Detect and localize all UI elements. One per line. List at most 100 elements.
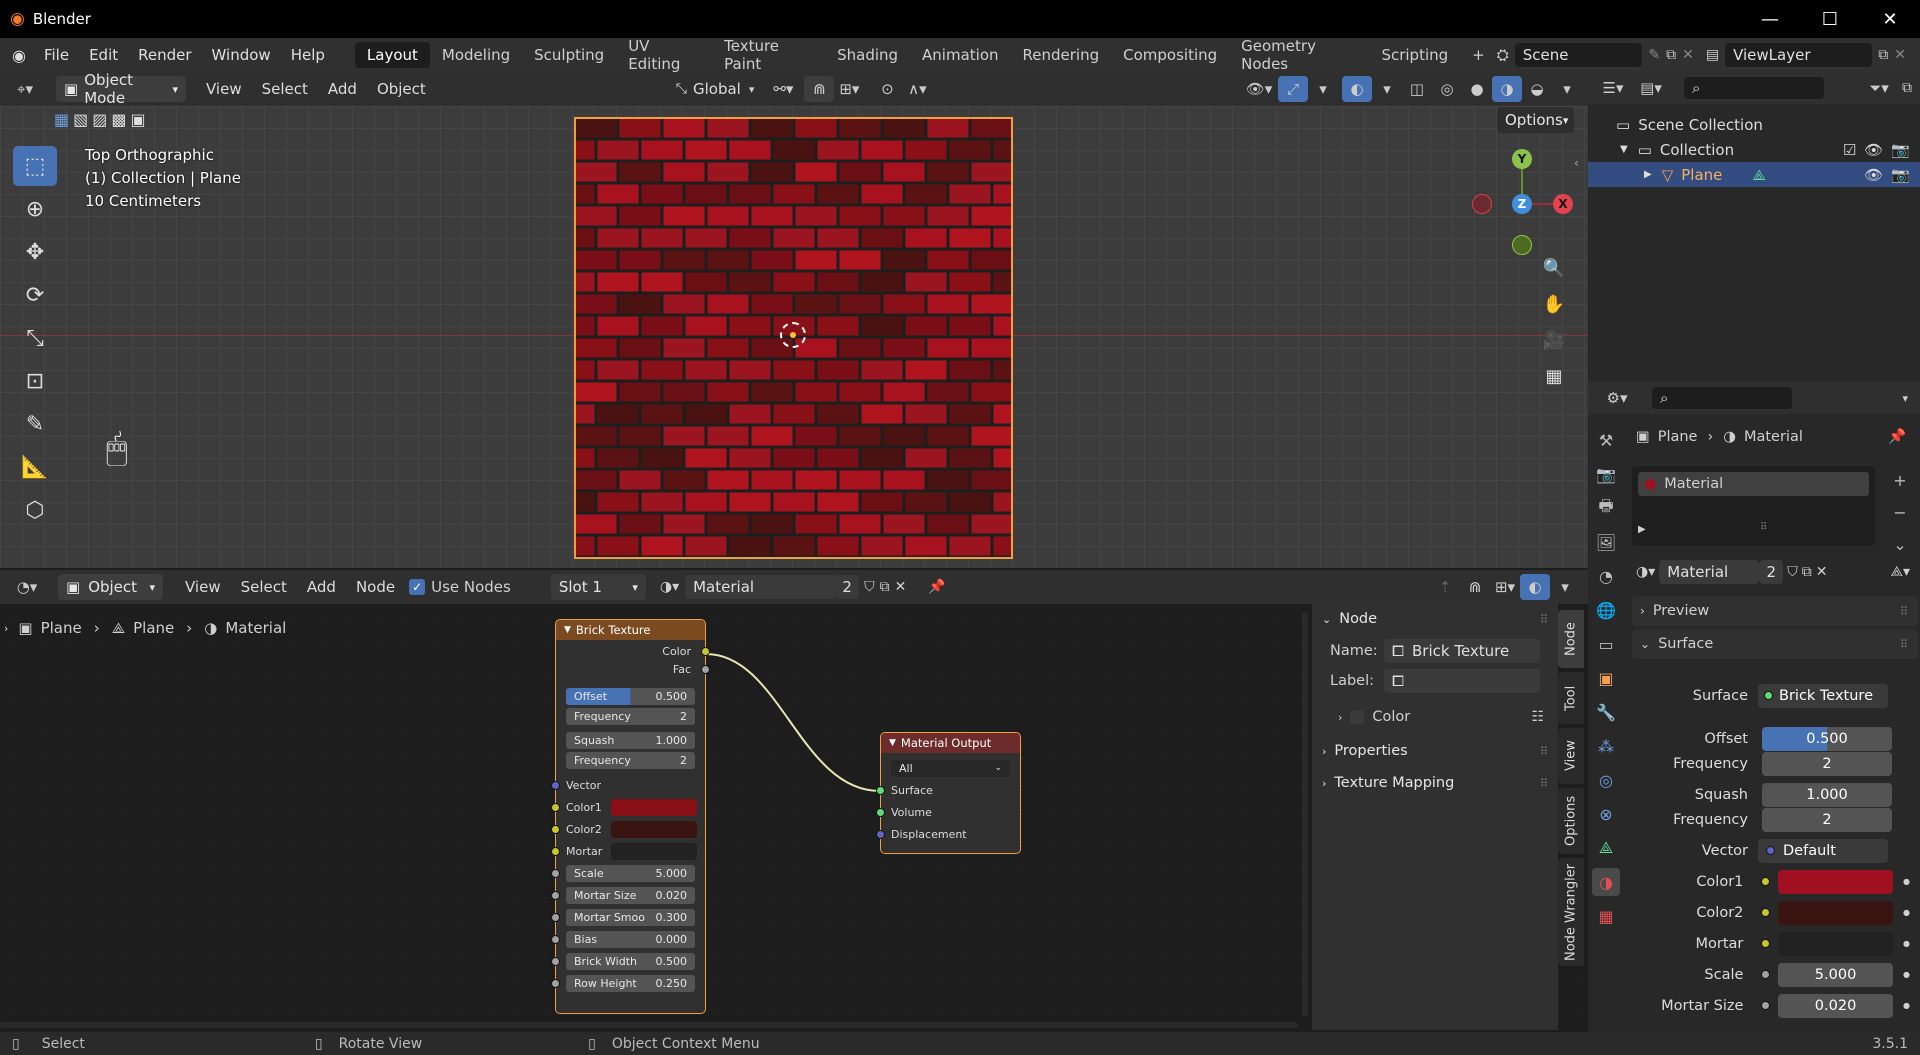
material-output-node[interactable]: ▼ Material Output All ⌄ Surface Volume Dis… [876, 732, 1021, 854]
navigation-gizmo[interactable]: Y Z X [1470, 146, 1580, 256]
sidebar-toggle-icon[interactable]: ‹ [1574, 156, 1579, 170]
slot-menu-icon[interactable]: ⌄ [1886, 530, 1914, 558]
snap-icon[interactable]: ⋒ [804, 76, 835, 102]
outliner-search-input[interactable]: ⌕ [1684, 77, 1824, 99]
plane-eye-icon[interactable]: 👁 [1864, 166, 1883, 184]
eye-icon[interactable]: 👁 [1864, 141, 1883, 159]
tab-sculpting[interactable]: Sculpting [522, 42, 616, 68]
gizmo-neg-x[interactable] [1472, 194, 1492, 214]
parent-node-tree-icon[interactable]: ⇡ [1430, 574, 1460, 600]
filter-icon[interactable]: ⏷▾ [1864, 75, 1894, 101]
view-layer-field[interactable]: ViewLayer [1725, 43, 1873, 67]
tab-animation[interactable]: Animation [910, 42, 1010, 68]
remove-slot-icon[interactable]: − [1886, 498, 1914, 526]
cursor-icon[interactable]: ⊕ [13, 189, 57, 229]
physics-tab-icon[interactable]: ◎ [1592, 766, 1620, 794]
color-checkbox[interactable] [1350, 710, 1365, 724]
scale-icon[interactable]: ⤡ [13, 318, 57, 358]
rendered-shading-icon[interactable]: ◒ [1522, 76, 1552, 102]
material-browse-icon[interactable]: ◑▾ [1636, 564, 1655, 580]
selection-mode-icons[interactable]: ▦ ▧ ▨ ▩ ▣ [54, 110, 182, 134]
transform-icon[interactable]: ⊡ [13, 361, 57, 401]
new-scene-icon[interactable]: ⧉ [1666, 47, 1676, 63]
solid-shading-icon[interactable]: ● [1462, 76, 1492, 102]
select-intersect-icon[interactable]: ▣ [131, 110, 146, 134]
gizmo-toggle-icon[interactable]: ⤢ [1278, 76, 1308, 102]
sidebar-tab-tool[interactable]: Tool [1558, 672, 1584, 724]
collection-tab-icon[interactable]: ▭ [1592, 630, 1620, 658]
duplicate-material-icon[interactable]: ⧉ [1802, 564, 1812, 580]
node-overlay-menu-icon[interactable]: ▾ [1550, 574, 1580, 600]
output-tab-icon[interactable]: 🖶 [1592, 494, 1620, 522]
shader-type-dropdown[interactable]: ▣ Object ▾ [58, 574, 163, 600]
material-users-count[interactable]: 2 [1759, 560, 1784, 584]
options-dropdown[interactable]: Options ▾ [1497, 107, 1574, 133]
tab-layout[interactable]: Layout [354, 42, 430, 68]
scale-field[interactable]: 5.000 [1778, 962, 1894, 987]
node-menu-add[interactable]: Add [297, 578, 346, 596]
sidebar-tab-view[interactable]: View [1558, 728, 1584, 784]
plane-row[interactable]: ▶ ▽ Plane ⟁ 👁 📷 [1588, 162, 1920, 187]
menu-help[interactable]: Help [281, 46, 335, 64]
3d-viewport[interactable]: ▦ ▧ ▨ ▩ ▣ ⬚ ⊕ ✥ ⟳ ⤡ ⊡ ✎ 📐 ⬡ Top Orthographic… [0, 106, 1588, 568]
node-name-field[interactable]: ⧠ Brick Texture [1384, 639, 1540, 663]
link-type-icon[interactable]: ⟁▾ [1890, 564, 1910, 580]
view-layer-tab-icon[interactable]: 🖼 [1592, 528, 1620, 556]
vector-field[interactable]: Default [1758, 838, 1888, 863]
brick-squash-frequency[interactable]: Frequency 2 [556, 750, 705, 770]
input-bias[interactable]: Bias 0.000 [551, 928, 705, 950]
render-tab-icon[interactable]: 📷 [1592, 460, 1620, 488]
preview-panel-header[interactable]: › Preview ⠿ [1632, 596, 1918, 626]
mortar-size-field[interactable]: 0.020 [1778, 993, 1894, 1018]
modifier-tab-icon[interactable]: 🔧 [1592, 698, 1620, 726]
scene-tab-icon[interactable]: ◔ [1592, 562, 1620, 590]
node-color-subpanel[interactable]: › Color ☷ [1312, 702, 1558, 732]
viewport-menu-add[interactable]: Add [318, 80, 367, 98]
tab-rendering[interactable]: Rendering [1011, 42, 1112, 68]
node-panel-header[interactable]: ⌄ Node ⠿ [1312, 606, 1558, 632]
unlink-material-icon[interactable]: ✕ [1816, 564, 1828, 580]
world-tab-icon[interactable]: 🌐 [1592, 596, 1620, 624]
add-slot-icon[interactable]: + [1886, 466, 1914, 494]
input-mortar-size[interactable]: Mortar Size 0.020 [551, 884, 705, 906]
gizmo-y[interactable]: Y [1512, 149, 1532, 169]
tab-texture-paint[interactable]: Texture Paint [712, 33, 825, 77]
properties-subpanel[interactable]: › Properties ⠿ [1312, 738, 1558, 764]
mortar-swatch[interactable] [1778, 931, 1894, 956]
color1-swatch-node[interactable] [611, 798, 697, 816]
squash-field[interactable]: 1.000 [1762, 782, 1892, 807]
viewport-menu-view[interactable]: View [196, 80, 252, 98]
remove-scene-icon[interactable]: ✕ [1682, 47, 1694, 63]
scene-icon[interactable]: ⛭ [1497, 46, 1509, 64]
node-material-users[interactable]: 2 [835, 575, 860, 599]
tab-modeling[interactable]: Modeling [430, 42, 522, 68]
render-camera-icon[interactable]: 📷 [1891, 141, 1910, 159]
add-cube-icon[interactable]: ⬡ [13, 490, 57, 530]
material-shading-icon[interactable]: ◑ [1492, 76, 1522, 102]
scene-field[interactable]: Scene [1514, 43, 1643, 67]
tab-shading[interactable]: Shading [825, 42, 910, 68]
brick-squash[interactable]: Squash 1.000 [556, 730, 705, 750]
editor-type-icon[interactable]: ⌖▾ [10, 76, 40, 102]
use-nodes-checkbox[interactable]: ✓ [409, 579, 426, 595]
proportional-edit-icon[interactable]: ⊙ [872, 76, 902, 102]
properties-editor-type-icon[interactable]: ⚙▾ [1602, 385, 1632, 411]
viewport-menu-select[interactable]: Select [252, 80, 318, 98]
use-nodes-toggle[interactable]: ✓ Use Nodes [409, 578, 511, 596]
output-target-dropdown[interactable]: All ⌄ [881, 757, 1020, 779]
node-snap-icon[interactable]: ⋒ [1460, 574, 1490, 600]
overlay-toggle-icon[interactable]: ◐ [1342, 76, 1372, 102]
exclude-checkbox[interactable]: ☑ [1843, 141, 1856, 159]
frequency-field[interactable]: 2 [1762, 751, 1892, 776]
texture-tab-icon[interactable]: ▦ [1592, 902, 1620, 930]
menu-file[interactable]: File [34, 46, 79, 64]
tab-compositing[interactable]: Compositing [1111, 42, 1229, 68]
pivot-icon[interactable]: ⚯▾ [768, 76, 798, 102]
remove-view-layer-icon[interactable]: ✕ [1894, 47, 1906, 63]
slot-dropdown[interactable]: Slot 1 ▾ [550, 574, 646, 600]
output-node-header[interactable]: ▼ Material Output [881, 733, 1020, 753]
texture-mapping-subpanel[interactable]: › Texture Mapping ⠿ [1312, 770, 1558, 796]
node-label-field[interactable]: ⧠ [1384, 669, 1540, 693]
sidebar-tab-options[interactable]: Options [1558, 788, 1584, 854]
tool-tab-icon[interactable]: ⚒ [1592, 426, 1620, 454]
